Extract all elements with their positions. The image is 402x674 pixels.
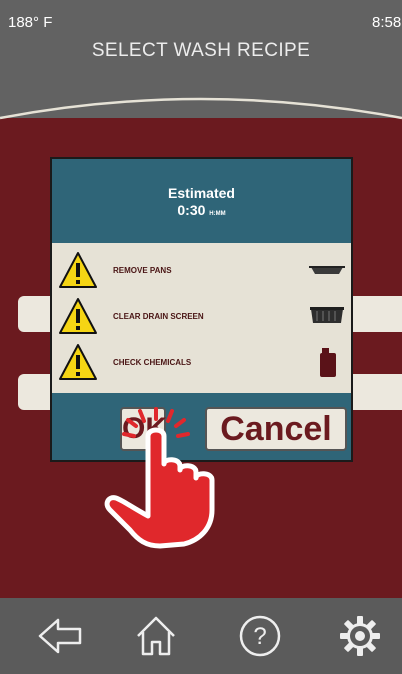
bottom-nav-bar: ? <box>0 598 402 674</box>
estimated-time: 0:30 H:MM <box>52 202 351 218</box>
settings-gear-icon[interactable] <box>336 612 384 660</box>
estimated-time-value: 0:30 <box>177 202 206 218</box>
header-curve <box>0 88 402 120</box>
warning-icon <box>59 344 97 380</box>
checklist-label: CLEAR DRAIN SCREEN <box>113 312 204 321</box>
temperature-readout: 188° F <box>8 14 53 31</box>
checklist-label: REMOVE PANS <box>113 266 172 275</box>
back-arrow-icon[interactable] <box>36 612 84 660</box>
estimated-label: Estimated <box>168 185 235 201</box>
estimated-time-unit: H:MM <box>209 211 226 217</box>
warning-icon <box>59 252 97 288</box>
warning-icon <box>59 298 97 334</box>
checklist: REMOVE PANS CLEAR DRAIN SCREEN CHECK CHE… <box>52 243 351 393</box>
svg-text:?: ? <box>253 623 266 650</box>
list-item: REMOVE PANS <box>52 249 351 295</box>
tap-hand-icon <box>104 407 215 549</box>
checklist-label: CHECK CHEMICALS <box>113 358 192 367</box>
page-title: SELECT WASH RECIPE <box>91 40 311 61</box>
chemical-jug-icon <box>320 348 336 377</box>
list-item: CHECK CHEMICALS <box>52 341 351 387</box>
pan-icon <box>309 266 345 274</box>
clock: 8:58 <box>372 14 402 31</box>
list-item: CLEAR DRAIN SCREEN <box>52 295 351 341</box>
help-icon[interactable]: ? <box>236 612 284 660</box>
drain-screen-icon <box>310 307 344 323</box>
home-icon[interactable] <box>132 612 180 660</box>
